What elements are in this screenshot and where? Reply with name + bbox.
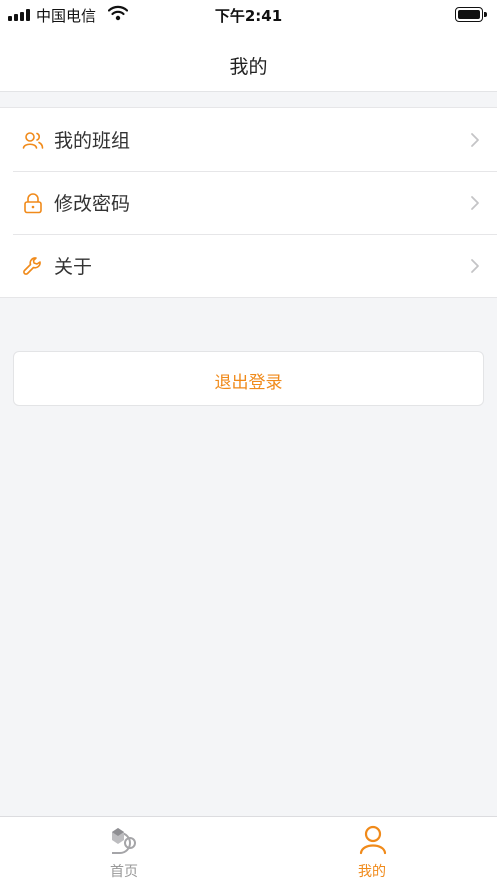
tab-label: 首页: [110, 864, 138, 880]
tab-label: 我的: [358, 864, 386, 880]
home-icon: [112, 828, 136, 854]
status-bar: 中国电信 下午2:41: [0, 0, 497, 30]
menu-item-my-team[interactable]: 我的班组: [0, 108, 497, 171]
wrench-icon: [23, 257, 41, 275]
chevron-right-icon: [471, 196, 479, 210]
battery-icon: [455, 7, 487, 22]
screen: 中国电信 下午2:41 我的 我的班组 修改密码 关于 退出登录 首页 我的: [0, 0, 497, 883]
chevron-right-icon: [471, 133, 479, 147]
tab-mine[interactable]: 我的: [248, 817, 496, 883]
page-title: 我的: [229, 56, 268, 78]
menu-item-label: 修改密码: [54, 193, 131, 215]
chevron-right-icon: [471, 259, 479, 273]
tab-bar: 首页 我的: [0, 816, 497, 883]
status-time: 下午2:41: [214, 7, 283, 25]
person-icon: [359, 825, 387, 855]
lock-icon: [24, 193, 42, 214]
settings-menu: 我的班组 修改密码 关于: [0, 107, 497, 298]
menu-item-about[interactable]: 关于: [0, 234, 497, 297]
menu-item-label: 我的班组: [54, 130, 131, 152]
logout-label: 退出登录: [214, 373, 283, 393]
tab-home[interactable]: 首页: [0, 817, 248, 883]
logout-button[interactable]: 退出登录: [13, 351, 484, 406]
nav-bar: 我的: [0, 30, 497, 92]
menu-item-change-password[interactable]: 修改密码: [0, 171, 497, 234]
menu-item-label: 关于: [54, 256, 93, 278]
team-icon: [22, 132, 44, 149]
